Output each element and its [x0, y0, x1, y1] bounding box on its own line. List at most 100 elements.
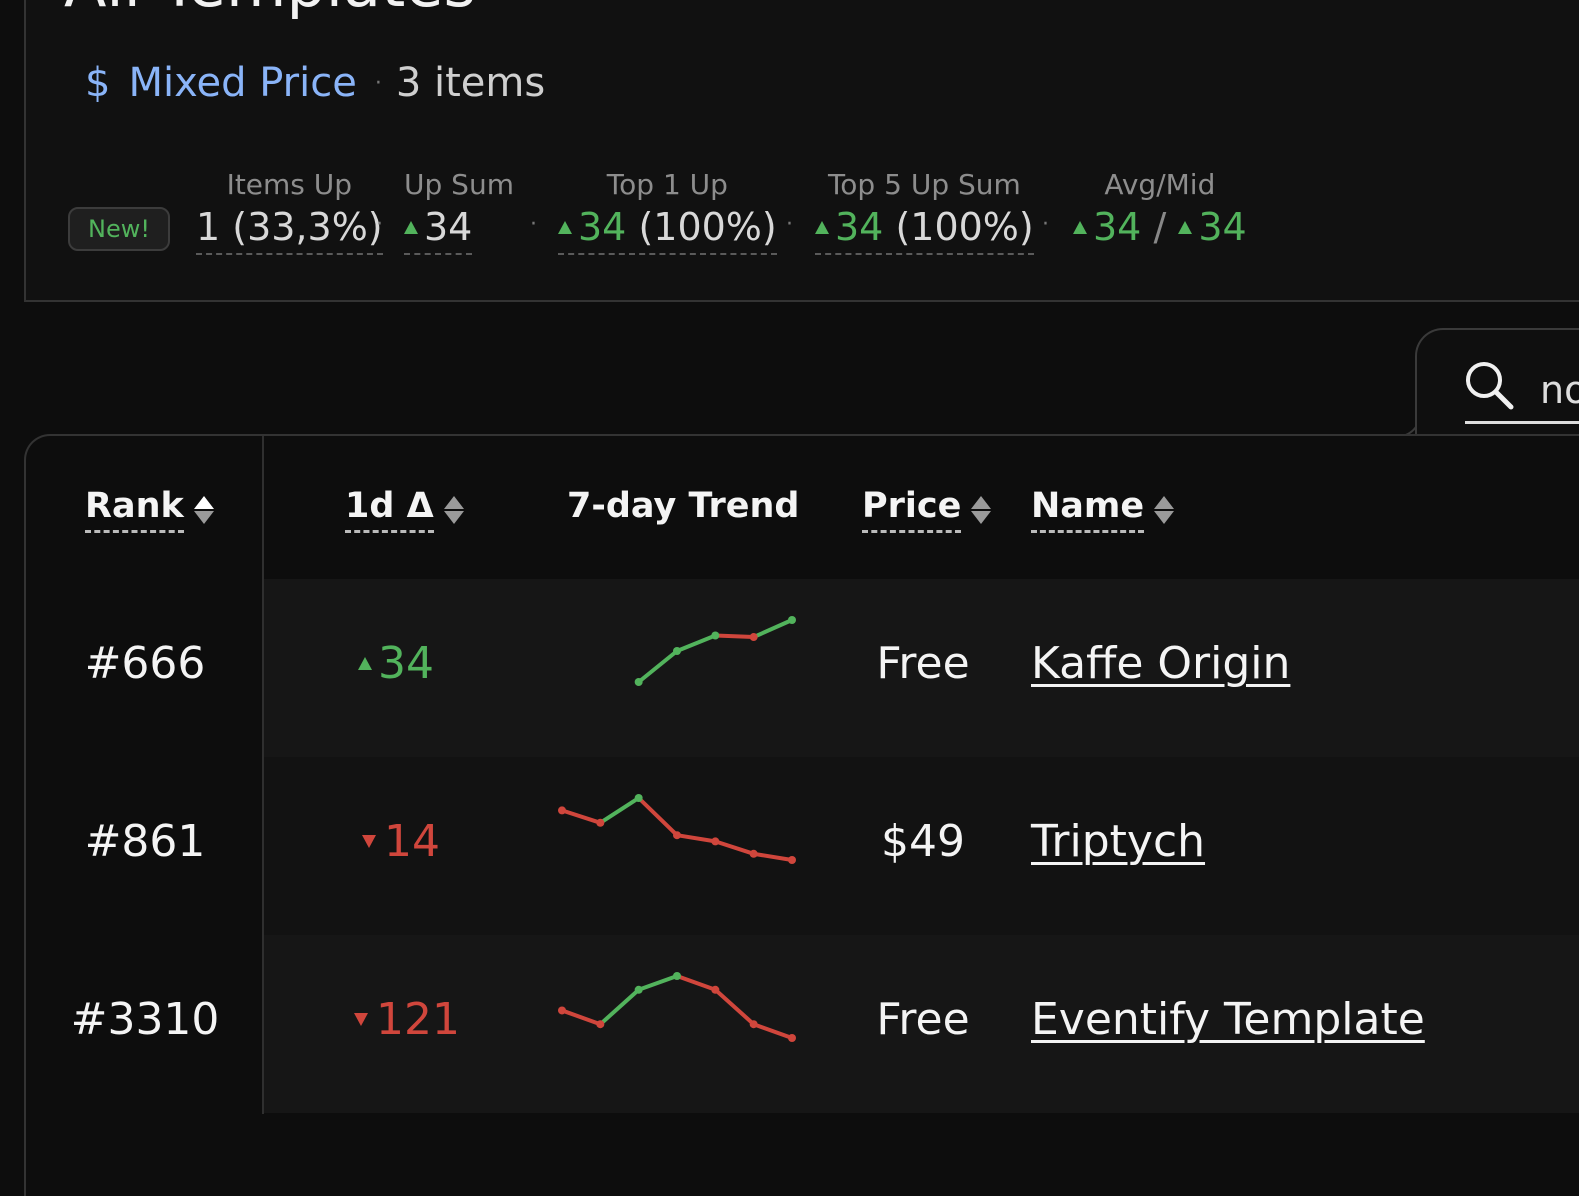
rank-cell: #3310 — [70, 994, 220, 1045]
trend-segment — [675, 633, 718, 653]
item-count: 3 items — [395, 60, 546, 106]
stat-value: 34 (100%) — [815, 205, 1034, 255]
trend-point — [673, 972, 681, 980]
trend-segment — [751, 1022, 794, 1040]
triangle-down-icon — [354, 1013, 368, 1026]
trend-segment — [560, 808, 603, 825]
trend-sparkline — [634, 616, 796, 686]
stat-separator: · — [530, 212, 537, 237]
trend-point — [711, 837, 720, 846]
item-name-link[interactable]: Triptych — [1031, 816, 1205, 867]
rank-cell: #861 — [84, 816, 206, 867]
name-cell: Kaffe Origin — [1031, 638, 1290, 689]
trend-point — [673, 831, 681, 840]
dollar-icon: $ — [85, 60, 111, 106]
trend-point — [711, 985, 720, 994]
name-cell: Triptych — [1031, 816, 1205, 867]
trend-sparkline — [558, 794, 796, 864]
stat-separator: · — [1042, 212, 1049, 237]
sort-icon — [971, 495, 992, 524]
trend-point — [788, 616, 796, 624]
price-cell: Free — [876, 994, 970, 1045]
trend-segment — [751, 618, 794, 640]
page-title: All Templates — [64, 0, 476, 21]
item-name-link[interactable]: Kaffe Origin — [1031, 638, 1290, 689]
stat-label: Items Up — [226, 168, 353, 201]
stat-label: Up Sum — [404, 168, 514, 201]
price-cell: $49 — [881, 816, 965, 867]
triangle-up-icon — [1073, 221, 1087, 234]
delta-cell: 34 — [358, 638, 434, 689]
trend-segment — [636, 974, 679, 992]
search-icon[interactable] — [1462, 358, 1516, 412]
stat-top1-up[interactable]: Top 1 Up 34 (100%) — [558, 168, 777, 255]
name-cell: Eventify Template — [1031, 994, 1425, 1045]
trend-point — [596, 1020, 605, 1029]
stat-items-up[interactable]: Items Up 1 (33,3%) — [196, 168, 383, 255]
trend-point — [749, 1020, 758, 1029]
stat-top5-up-sum[interactable]: Top 5 Up Sum 34 (100%) — [815, 168, 1034, 255]
delta-cell: 121 — [354, 994, 460, 1045]
price-cell: Free — [876, 638, 970, 689]
column-header-trend: 7-day Trend — [567, 486, 800, 526]
triangle-up-icon — [358, 657, 372, 670]
delta-cell: 14 — [362, 816, 440, 867]
trend-segment — [598, 796, 641, 825]
triangle-up-icon — [1178, 221, 1193, 234]
column-header-price[interactable]: Price — [862, 486, 992, 533]
triangle-down-icon — [362, 835, 376, 848]
trend-point — [749, 849, 758, 858]
sort-icon — [193, 495, 214, 524]
stat-value: 1 (33,3%) — [196, 205, 383, 255]
summary-panel — [24, 0, 1579, 302]
trend-point — [673, 647, 681, 655]
stat-avg-mid: Avg/Mid 34 / 34 — [1073, 168, 1247, 253]
trend-segment — [751, 851, 794, 862]
column-header-delta[interactable]: 1d Δ — [345, 486, 464, 533]
trend-point — [711, 631, 720, 640]
trend-point — [634, 794, 643, 802]
summary-subtitle: $ Mixed Price · 3 items — [85, 60, 545, 106]
stat-value: 34 — [404, 205, 473, 255]
trend-point — [634, 678, 643, 686]
price-type-link[interactable]: Mixed Price — [128, 60, 356, 106]
sort-icon — [1154, 495, 1175, 524]
trend-segment — [675, 833, 718, 844]
trend-point — [749, 633, 758, 642]
trend-segment — [713, 633, 756, 640]
trend-point — [634, 985, 643, 994]
stat-label: Top 1 Up — [606, 168, 728, 201]
trend-segment — [636, 796, 679, 838]
trend-segment — [675, 974, 718, 992]
column-header-name[interactable]: Name — [1031, 486, 1175, 533]
item-name-link[interactable]: Eventify Template — [1031, 994, 1425, 1045]
trend-point — [558, 806, 566, 815]
sort-icon — [443, 495, 464, 524]
trend-segment — [713, 839, 756, 856]
trend-point — [596, 818, 605, 827]
separator-dot: · — [374, 70, 382, 96]
new-badge: New! — [68, 207, 170, 251]
search-input[interactable] — [1540, 362, 1579, 418]
trend-segment — [598, 987, 641, 1027]
search-underline — [1465, 421, 1579, 424]
trend-sparkline — [558, 972, 796, 1042]
stat-label: Top 5 Up Sum — [827, 168, 1021, 201]
stat-up-sum[interactable]: Up Sum 34 — [404, 168, 514, 255]
trend-point — [788, 856, 796, 864]
rank-cell: #666 — [84, 638, 206, 689]
trend-segment — [636, 649, 679, 684]
stat-separator: · — [376, 212, 383, 237]
trend-point — [788, 1034, 796, 1042]
column-header-rank[interactable]: Rank — [85, 486, 214, 533]
trend-point — [558, 1006, 566, 1015]
stat-value: 34 / 34 — [1073, 205, 1247, 253]
stat-label: Avg/Mid — [1104, 168, 1216, 201]
trend-segment — [560, 1008, 603, 1027]
trend-segment — [713, 987, 756, 1027]
stat-separator: · — [786, 212, 793, 237]
triangle-up-icon — [404, 221, 418, 234]
triangle-up-icon — [558, 221, 572, 234]
triangle-up-icon — [815, 221, 829, 234]
stat-value: 34 (100%) — [558, 205, 777, 255]
